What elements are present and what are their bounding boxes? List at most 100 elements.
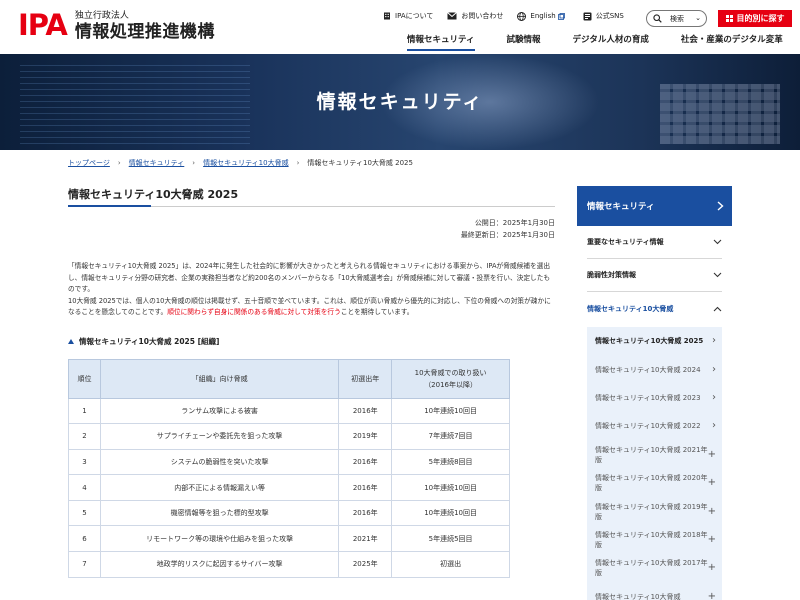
submenu-item-2024[interactable]: 情報セキュリティ10大脅威 2024 ›	[587, 355, 722, 383]
plus-icon[interactable]: +	[708, 449, 716, 460]
col-history-line2: （2016年以降）	[424, 380, 478, 389]
chevron-right-icon: ›	[192, 159, 196, 167]
section-title-label: 情報セキュリティ10大脅威 2025 [組織]	[79, 336, 220, 346]
chevron-right-icon: ›	[296, 159, 300, 167]
search-button[interactable]: 検索 ⌄	[646, 10, 707, 27]
logo-subtitle: 独立行政法人	[74, 11, 129, 21]
breadcrumb: トップページ › 情報セキュリティ › 情報セキュリティ10大脅威 › 情報セキ…	[68, 158, 413, 168]
gnav-exam[interactable]: 試験情報	[507, 33, 541, 51]
util-sns-label: 公式SNS	[595, 12, 624, 20]
submenu-item-label: 情報セキュリティ10大脅威 2021年版	[595, 445, 708, 464]
submenu-item-2021[interactable]: 情報セキュリティ10大脅威 2021年版 +	[587, 441, 722, 469]
submenu-item-label: 情報セキュリティ10大脅威 2023	[595, 393, 701, 402]
cell-rank: 1	[68, 397, 101, 425]
lead-text: 「情報セキュリティ10大脅威 2025」は、2024年に発生した社会的に影響が大…	[68, 261, 555, 319]
external-link-icon	[557, 12, 565, 20]
sidebar-header-label: 情報セキュリティ	[587, 202, 655, 212]
chevron-right-icon: ›	[117, 159, 121, 167]
cell-history: 5年連続8回目	[391, 448, 510, 476]
breadcrumb-10-threats[interactable]: 情報セキュリティ10大脅威	[203, 158, 289, 168]
sidebar-header[interactable]: 情報セキュリティ	[577, 186, 732, 226]
lead-emphasis: 順位に関わらず自身に関係のある脅威に対して対策を行う	[167, 308, 341, 316]
submenu-item-label: 情報セキュリティ10大脅威 2024	[595, 365, 701, 374]
submenu-item-label: 情報セキュリティ10大脅威 2020年版	[595, 474, 708, 493]
mail-icon	[447, 12, 458, 20]
cell-year: 2016年	[338, 474, 393, 501]
chevron-down-icon	[713, 239, 722, 245]
submenu-item-label: 情報セキュリティ10大脅威 2025	[595, 337, 704, 346]
cell-rank: 6	[68, 525, 101, 553]
plus-icon[interactable]: +	[708, 563, 716, 573]
cell-history: 10年連続10回目	[391, 397, 510, 425]
col-first-year: 初選出年	[338, 358, 393, 399]
search-label: 検索	[670, 14, 684, 23]
gnav-digital-transformation[interactable]: 社会・産業のデジタル変革	[681, 33, 783, 51]
breadcrumb-security[interactable]: 情報セキュリティ	[129, 158, 185, 168]
table-row: 4 内部不正による情報漏えい等 2016年 10年連続10回目	[68, 474, 510, 501]
table-row: 3 システムの脆弱性を突いた攻撃 2016年 5年連続8回目	[68, 448, 510, 476]
cell-threat: システムの脆弱性を突いた攻撃	[99, 448, 340, 476]
cell-rank: 2	[68, 423, 101, 450]
chevron-right-icon	[717, 201, 724, 211]
col-rank: 順位	[68, 358, 101, 399]
submenu-item-2025[interactable]: 情報セキュリティ10大脅威 2025 ›	[587, 327, 722, 355]
util-contact-link[interactable]: お問い合わせ	[447, 11, 503, 21]
sidebar: 情報セキュリティ 重要なセキュリティ情報 脆弱性対策情報 情報セキュリティ10大…	[577, 186, 732, 600]
hero-title: 情報セキュリティ	[316, 91, 484, 113]
grid-icon	[725, 15, 733, 22]
sidebar-item-10-threats[interactable]: 情報セキュリティ10大脅威	[587, 292, 722, 325]
plus-icon[interactable]: +	[708, 591, 716, 600]
gnav-digital-talent[interactable]: デジタル人材の育成	[573, 33, 649, 51]
purpose-search-button[interactable]: 目的別に探す	[718, 10, 792, 27]
cell-history: 10年連続10回目	[391, 474, 510, 501]
util-english-link[interactable]: English	[517, 11, 568, 21]
plus-icon[interactable]: +	[708, 534, 716, 545]
submenu-item-2019[interactable]: 情報セキュリティ10大脅威 2019年版 +	[587, 497, 722, 525]
chevron-down-icon	[713, 272, 722, 278]
table-header-row: 順位 「組織」向け脅威 初選出年 10大脅威での取り扱い （2016年以降）	[68, 358, 510, 399]
cell-year: 2016年	[338, 448, 393, 476]
cell-year: 2021年	[338, 525, 393, 553]
triangle-icon	[68, 338, 74, 344]
chevron-right-icon: ›	[712, 391, 716, 403]
chevron-down-icon: ⌄	[695, 14, 701, 22]
cell-history: 5年連続5回目	[391, 525, 510, 553]
site-header: IPA 独立行政法人 情報処理推進機構 IPAについて お問い合わせ Engli…	[0, 0, 800, 54]
sidebar-item-important[interactable]: 重要なセキュリティ情報	[587, 226, 722, 259]
cell-threat: ランサム攻撃による被害	[99, 397, 340, 425]
sidebar-item-label: 情報セキュリティ10大脅威	[587, 304, 674, 313]
search-icon	[653, 14, 662, 23]
gnav-security[interactable]: 情報セキュリティ	[407, 33, 475, 51]
sidebar-item-vulnerability[interactable]: 脆弱性対策情報	[587, 259, 722, 292]
submenu-item-label: 情報セキュリティ10大脅威 2018年版	[595, 530, 708, 549]
breadcrumb-home[interactable]: トップページ	[68, 158, 110, 168]
sidebar-item-label: 重要なセキュリティ情報	[587, 238, 664, 246]
section-title: 情報セキュリティ10大脅威 2025 [組織]	[68, 336, 555, 347]
cell-year: 2019年	[338, 423, 393, 450]
cell-history: 7年連続7回目	[391, 423, 510, 450]
cell-threat: リモートワーク等の環境や仕組みを狙った攻撃	[99, 525, 340, 553]
util-about-link[interactable]: IPAについて	[383, 11, 433, 21]
submenu-item-older[interactable]: 情報セキュリティ10大脅威 +	[587, 583, 722, 600]
submenu-item-2017[interactable]: 情報セキュリティ10大脅威 2017年版 +	[587, 554, 722, 582]
site-logo[interactable]: IPA 独立行政法人 情報処理推進機構	[18, 10, 215, 42]
submenu-item-2023[interactable]: 情報セキュリティ10大脅威 2023 ›	[587, 384, 722, 412]
util-sns-link[interactable]: 公式SNS	[583, 11, 624, 21]
global-nav: 情報セキュリティ 試験情報 デジタル人材の育成 社会・産業のデジタル変革	[407, 33, 783, 51]
plus-icon[interactable]: +	[708, 506, 716, 517]
plus-icon[interactable]: +	[708, 478, 716, 488]
cell-year: 2016年	[338, 499, 393, 527]
breadcrumb-current: 情報セキュリティ10大脅威 2025	[307, 159, 413, 167]
submenu-item-2020[interactable]: 情報セキュリティ10大脅威 2020年版 +	[587, 469, 722, 497]
table-row: 1 ランサム攻撃による被害 2016年 10年連続10回目	[68, 397, 510, 425]
page-dates: 公開日：2025年1月30日 最終更新日：2025年1月30日	[68, 217, 555, 241]
lead-paragraph-2b: ことを期待しています。	[340, 308, 414, 316]
cell-threat: 地政学的リスクに起因するサイバー攻撃	[99, 551, 340, 578]
cell-threat: 機密情報等を狙った標的型攻撃	[99, 499, 340, 527]
sidebar-item-label: 脆弱性対策情報	[587, 271, 636, 279]
submenu-item-2022[interactable]: 情報セキュリティ10大脅威 2022 ›	[587, 412, 722, 440]
chevron-up-icon	[713, 306, 722, 311]
logo-mark: IPA	[18, 8, 68, 42]
submenu-item-2018[interactable]: 情報セキュリティ10大脅威 2018年版 +	[587, 526, 722, 554]
sns-icon	[583, 12, 592, 20]
